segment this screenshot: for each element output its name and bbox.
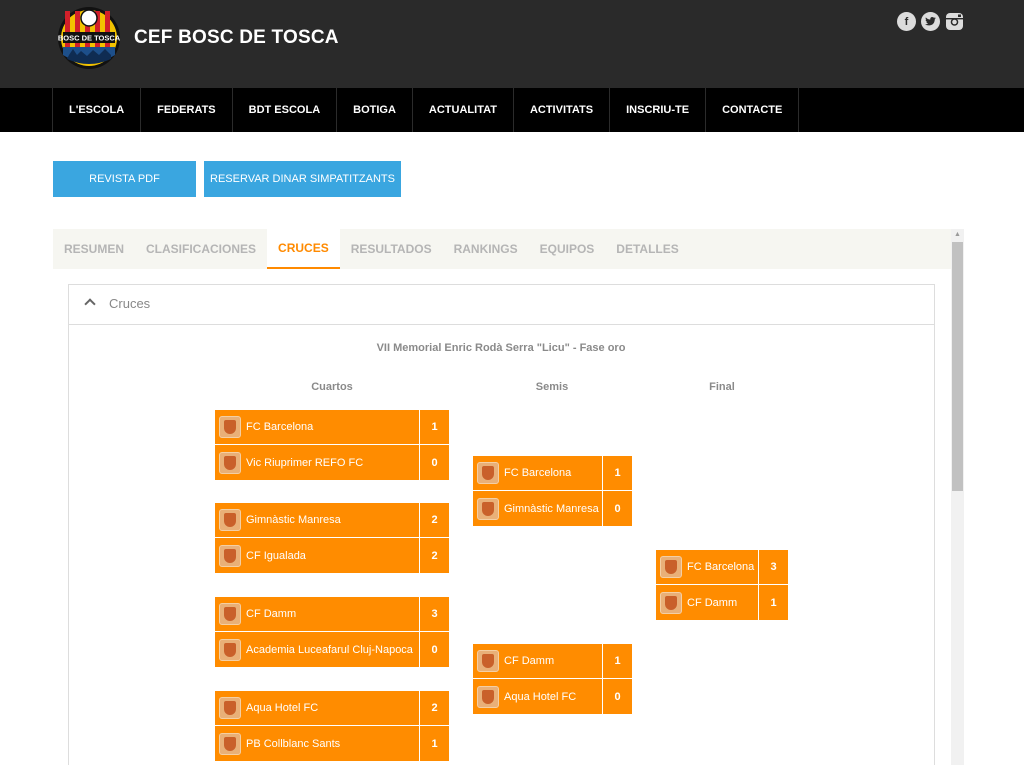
team-crest-icon (477, 685, 499, 708)
team-score: 2 (420, 503, 449, 538)
team-score: 3 (759, 550, 788, 585)
team-crest-icon (219, 451, 241, 474)
nav-item-federats[interactable]: FEDERATS (141, 88, 233, 132)
round-label-final: Final (709, 381, 735, 393)
team-name: CF Damm (687, 596, 738, 609)
tournament-title: VII Memorial Enric Rodà Serra "Licu" - F… (376, 342, 626, 354)
team-crest-icon (219, 416, 241, 438)
team-name: CF Igualada (246, 549, 306, 562)
match-team-away[interactable]: Academia Luceafarul Cluj-Napoca 0 (215, 632, 449, 667)
tab-equipos[interactable]: EQUIPOS (529, 229, 606, 269)
svg-text:BOSC DE TOSCA: BOSC DE TOSCA (58, 34, 121, 43)
scroll-up-icon[interactable]: ▲ (951, 231, 964, 241)
team-name: Gimnàstic Manresa (246, 514, 341, 526)
nav-item-bdt-escola[interactable]: BDT ESCOLA (233, 88, 338, 132)
match-team-home[interactable]: Gimnàstic Manresa 2 (215, 503, 449, 538)
match-team-away[interactable]: CF Igualada 2 (215, 538, 449, 573)
team-crest-icon (660, 556, 682, 578)
nav-item-contacte[interactable]: CONTACTE (706, 88, 800, 132)
match-team-away[interactable]: Vic Riuprimer REFO FC 0 (215, 445, 449, 480)
team-crest-icon (477, 462, 499, 484)
team-score: 0 (614, 690, 621, 703)
nav-item-botiga[interactable]: BOTIGA (337, 88, 413, 132)
team-crest-icon (219, 697, 241, 719)
tab-resultados[interactable]: RESULTADOS (340, 229, 443, 269)
team-score: 1 (420, 410, 449, 445)
match-team-away[interactable]: CF Damm 1 (656, 585, 788, 620)
team-score: 3 (420, 597, 449, 632)
match-team-away[interactable]: Gimnàstic Manresa 0 (473, 491, 632, 526)
team-score: 1 (603, 644, 632, 679)
site-title[interactable]: CEF BOSC DE TOSCA (134, 27, 339, 49)
twitter-icon[interactable] (921, 12, 940, 31)
match-team-home[interactable]: CF Damm 3 (215, 597, 449, 632)
team-name: Vic Riuprimer REFO FC (246, 456, 364, 469)
match-team-home[interactable]: FC Barcelona 1 (473, 456, 632, 491)
facebook-icon[interactable]: f (897, 12, 916, 31)
chevron-up-icon[interactable] (84, 298, 96, 310)
reservar-dinar-button[interactable]: RESERVAR DINAR SIMPATITZANTS (204, 161, 401, 197)
team-name: Academia Luceafarul Cluj-Napoca (246, 643, 413, 656)
nav-item-escola[interactable]: L'ESCOLA (53, 88, 142, 132)
tab-detalles[interactable]: DETALLES (605, 229, 689, 269)
match-team-away[interactable]: Aqua Hotel FC 0 (473, 679, 632, 714)
team-crest-icon (219, 638, 241, 661)
match-team-home[interactable]: Aqua Hotel FC 2 (215, 691, 449, 726)
main-nav: L'ESCOLA FEDERATS BDT ESCOLA BOTIGA ACTU… (0, 88, 1024, 132)
team-score: 2 (431, 549, 438, 562)
team-score: 2 (420, 691, 449, 726)
team-name: Aqua Hotel FC (246, 702, 319, 714)
team-name: PB Collblanc Sants (246, 737, 341, 750)
team-name: Gimnàstic Manresa (504, 502, 599, 515)
team-name: Aqua Hotel FC (504, 690, 577, 703)
panel-title: Cruces (109, 296, 151, 311)
team-score: 1 (770, 596, 777, 609)
team-name: FC Barcelona (687, 561, 755, 573)
round-label-cuartos: Cuartos (311, 381, 353, 393)
match-team-home[interactable]: CF Damm 1 (473, 644, 632, 679)
team-name: CF Damm (246, 608, 297, 620)
nav-item-inscriu-te[interactable]: INSCRIU-TE (610, 88, 707, 132)
team-score: 0 (431, 456, 438, 469)
team-name: FC Barcelona (246, 421, 314, 433)
team-crest-icon (219, 603, 241, 625)
scrollbar[interactable]: ▲ (951, 229, 964, 765)
tab-rankings[interactable]: RANKINGS (443, 229, 529, 269)
nav-item-activitats[interactable]: ACTIVITATS (514, 88, 611, 132)
team-crest-icon (219, 732, 241, 755)
club-logo[interactable]: BOSC DE TOSCA (57, 3, 121, 75)
team-crest-icon (477, 497, 499, 520)
team-score: 1 (603, 456, 632, 491)
team-crest-icon (219, 544, 241, 567)
team-name: FC Barcelona (504, 467, 572, 479)
team-score: 1 (431, 737, 438, 750)
team-crest-icon (219, 509, 241, 531)
team-name: CF Damm (504, 655, 555, 667)
match-team-home[interactable]: FC Barcelona 1 (215, 410, 449, 445)
scrollbar-thumb[interactable] (952, 242, 963, 491)
tab-resumen[interactable]: RESUMEN (53, 229, 135, 269)
team-score: 0 (614, 502, 621, 515)
match-team-home[interactable]: FC Barcelona 3 (656, 550, 788, 585)
panel-header[interactable]: Cruces (69, 285, 934, 325)
instagram-icon[interactable] (945, 12, 964, 31)
tab-cruces[interactable]: CRUCES (267, 229, 340, 269)
round-label-semis: Semis (535, 381, 569, 393)
revista-pdf-button[interactable]: REVISTA PDF (53, 161, 196, 197)
tab-clasificaciones[interactable]: CLASIFICACIONES (135, 229, 267, 269)
tournament-tabs: RESUMEN CLASIFICACIONES CRUCES RESULTADO… (53, 229, 951, 269)
team-crest-icon (477, 650, 499, 672)
team-crest-icon (660, 591, 682, 614)
nav-item-actualitat[interactable]: ACTUALITAT (413, 88, 514, 132)
team-score: 0 (431, 643, 438, 656)
match-team-away[interactable]: PB Collblanc Sants 1 (215, 726, 449, 761)
site-header: BOSC DE TOSCA CEF BOSC DE TOSCA f (0, 0, 1024, 88)
